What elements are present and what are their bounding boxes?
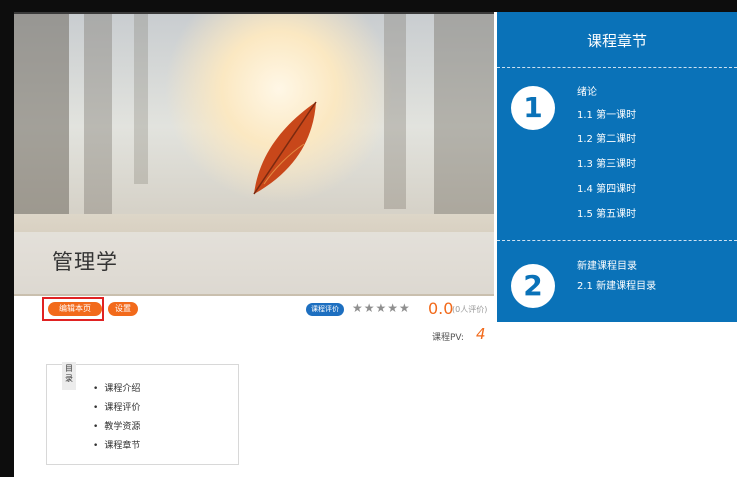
lesson-link[interactable]: 1.5 第五课时 — [577, 205, 636, 220]
chapter-number-badge: 2 — [511, 264, 555, 308]
rating-count: (0人评价) — [452, 305, 488, 314]
banner-pillar — [134, 14, 148, 184]
toc-tag: 目录 — [62, 362, 76, 390]
pv-value: 4 — [476, 325, 486, 343]
course-title: 管理学 — [52, 250, 118, 274]
chapter-sidebar: 课程章节 1 绪论 1.1 第一课时 1.2 第二课时 1.3 第三课时 1.4… — [497, 12, 737, 322]
chapter-title-intro[interactable]: 绪论 — [577, 83, 597, 98]
lesson-link[interactable]: 1.3 第三课时 — [577, 155, 636, 170]
window-frame-top — [0, 0, 737, 12]
course-rating-badge[interactable]: 课程评价 — [306, 303, 344, 316]
toc-item-chapters[interactable]: 课程章节 — [93, 438, 140, 451]
highlight-box — [42, 297, 104, 321]
chapter-title-new[interactable]: 新建课程目录 — [577, 257, 637, 272]
sidebar-divider — [497, 67, 737, 68]
lesson-link[interactable]: 1.1 第一课时 — [577, 106, 636, 121]
leaf-image — [253, 101, 317, 195]
lesson-link[interactable]: 1.4 第四课时 — [577, 180, 636, 195]
sidebar-title: 课程章节 — [586, 32, 647, 50]
banner-pillar — [384, 14, 406, 209]
chapter-number-badge: 1 — [511, 86, 555, 130]
toc-item-resources[interactable]: 教学资源 — [93, 419, 140, 432]
banner-pillar — [84, 14, 112, 214]
banner-pillar — [434, 14, 494, 229]
lesson-link[interactable]: 2.1 新建课程目录 — [577, 277, 656, 292]
window-frame-left — [0, 0, 14, 477]
toc-item-intro[interactable]: 课程介绍 — [93, 381, 140, 394]
lesson-link[interactable]: 1.2 第二课时 — [577, 130, 636, 145]
rating-stars[interactable]: ★★★★★ — [352, 301, 411, 315]
course-banner: 管理学 — [14, 14, 494, 296]
toc-item-review[interactable]: 课程评价 — [93, 400, 140, 413]
settings-button[interactable]: 设置 — [108, 302, 138, 316]
pv-label: 课程PV: — [432, 333, 464, 343]
banner-pillar — [14, 14, 69, 224]
sidebar-divider — [497, 240, 737, 241]
rating-score: 0.0 — [428, 299, 454, 318]
